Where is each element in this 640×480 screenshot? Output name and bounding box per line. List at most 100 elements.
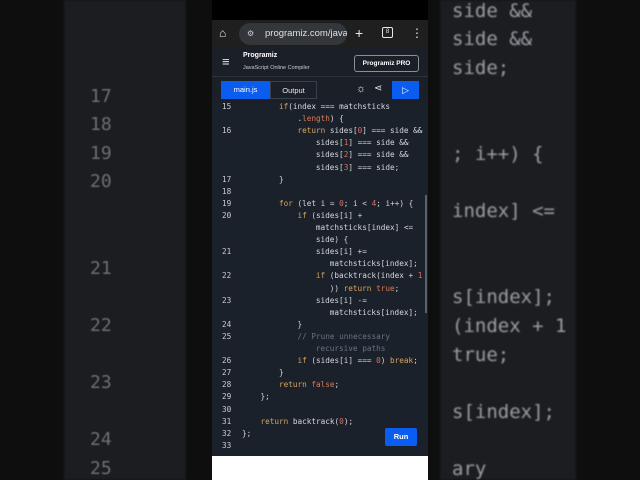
line-number: 24 [222, 319, 232, 329]
code-line: matchsticks[index] <= [316, 223, 413, 232]
background-line-number: 22 [90, 315, 112, 336]
background-code-line: side && [452, 0, 533, 22]
code-token: return [278, 380, 307, 390]
code-token: break [390, 356, 414, 366]
code-line: sides[2] === side && [316, 150, 409, 159]
code-token: if [297, 356, 307, 366]
code-line: if (sides[i] + [297, 211, 362, 220]
tab-count-icon[interactable]: 8 [382, 27, 393, 38]
line-number: 20 [222, 210, 232, 220]
code-line: if (sides[i] === 0) break; [297, 356, 417, 365]
code-token: } [278, 368, 284, 378]
code-line: if (backtrack(index + 1 [316, 271, 422, 280]
run-icon-button[interactable]: ▷ [392, 81, 419, 99]
code-line: } [279, 368, 284, 377]
code-row: 22 if (backtrack(index + 1 [212, 271, 428, 283]
background-line-number: 24 [90, 429, 112, 450]
code-line: }; [260, 392, 269, 401]
code-line: } [297, 320, 302, 329]
code-token: sides[i] -= [315, 295, 367, 305]
code-row: side) { [212, 235, 428, 247]
code-line: }; [242, 429, 251, 438]
share-icon[interactable]: ⋖ [374, 83, 382, 94]
tab-main-js[interactable]: main.js [221, 81, 270, 99]
bottom-area [212, 456, 428, 480]
code-token: }; [242, 428, 252, 438]
theme-toggle-icon[interactable]: ☼ [356, 83, 366, 95]
code-row: 21 sides[i] += [212, 247, 428, 259]
hamburger-menu-icon[interactable]: ≡ [222, 54, 230, 69]
line-number: 27 [222, 368, 232, 378]
background-panel-left [64, 0, 186, 480]
code-row: 19 for (let i = 0; i < 4; i++) { [212, 199, 428, 211]
code-line: sides[i] += [316, 247, 367, 256]
code-row: matchsticks[index]; [212, 308, 428, 320]
line-number: 15 [222, 102, 232, 111]
background-code-line: s[index]; [452, 286, 555, 308]
code-line: return false; [279, 380, 339, 389]
line-number: 30 [222, 404, 232, 414]
home-icon[interactable]: ⌂ [219, 26, 226, 40]
code-row: sides[2] === side && [212, 150, 428, 162]
code-token: backtrack( [288, 416, 340, 426]
code-token: side) { [315, 235, 349, 245]
code-token: matchsticks[index]; [329, 307, 418, 317]
code-row: 20 if (sides[i] + [212, 211, 428, 223]
code-token: return [260, 416, 289, 426]
code-token: if [278, 102, 289, 111]
background-code-line: side && [452, 28, 533, 50]
line-number: 32 [222, 428, 232, 438]
background-line-number: 18 [90, 114, 112, 135]
background-code-line: side; [452, 57, 510, 79]
line-number: 33 [222, 440, 232, 450]
run-button[interactable]: Run [385, 428, 417, 446]
code-token: ] === side && [348, 138, 409, 148]
line-number: 22 [222, 271, 232, 281]
site-settings-icon[interactable]: ⚙ [247, 23, 254, 45]
line-number: 28 [222, 380, 232, 390]
code-row: 29}; [212, 392, 428, 404]
code-token: for [278, 198, 293, 208]
code-line: for (let i = 0; i < 4; i++) { [279, 199, 413, 208]
code-token: matchsticks[index] <= [315, 223, 414, 232]
play-icon: ▷ [402, 85, 409, 95]
address-bar[interactable]: ⚙ programiz.com/javasc [239, 23, 347, 45]
code-line: .length) { [297, 114, 343, 123]
more-menu-icon[interactable]: ⋮ [411, 26, 423, 40]
code-line: if(index === matchsticks [279, 102, 390, 111]
url-text: programiz.com/javasc [265, 28, 347, 39]
code-line: return backtrack(0); [260, 417, 353, 426]
code-row: 28 return false; [212, 380, 428, 392]
code-token: ] === side && [348, 150, 409, 160]
code-token: sides[i] += [315, 247, 367, 257]
code-token: sides[ [315, 150, 344, 160]
code-token: (sides[i] === [306, 356, 377, 366]
code-row: recursive paths [212, 344, 428, 356]
code-row: sides[3] === side; [212, 163, 428, 175]
code-token: false [306, 380, 335, 390]
line-number: 16 [222, 126, 232, 136]
code-line: side) { [316, 235, 348, 244]
programiz-logo[interactable]: Programiz [243, 52, 277, 59]
code-token: ); [343, 416, 354, 426]
code-token: (sides[i] + [306, 210, 363, 220]
code-editor[interactable]: 33 32}; 31 return backtrack(0); 30 29}; 28 retu… [212, 102, 428, 456]
code-row: 30 [212, 405, 428, 417]
code-token: return [339, 283, 372, 293]
line-number: 29 [222, 392, 232, 402]
tab-output[interactable]: Output [270, 81, 317, 99]
background-code-line: ; i++) { [452, 143, 544, 165]
new-tab-icon[interactable]: + [355, 25, 363, 41]
code-line: } [279, 175, 284, 184]
editor-scrollbar[interactable] [425, 195, 427, 313]
background-code-line: index] <= [452, 200, 555, 222]
code-token: 1 [417, 271, 423, 281]
code-row: 24} [212, 320, 428, 332]
code-row: 16 return sides[0] === side && [212, 126, 428, 138]
code-token: // Prune unnecessary [297, 331, 391, 341]
code-row: matchsticks[index] <= [212, 223, 428, 235]
code-token: recursive paths [315, 344, 386, 353]
programiz-pro-button[interactable]: Programiz PRO [354, 55, 419, 72]
code-line: sides[1] === side && [316, 138, 409, 147]
code-row: 26 if (sides[i] === 0) break; [212, 356, 428, 368]
